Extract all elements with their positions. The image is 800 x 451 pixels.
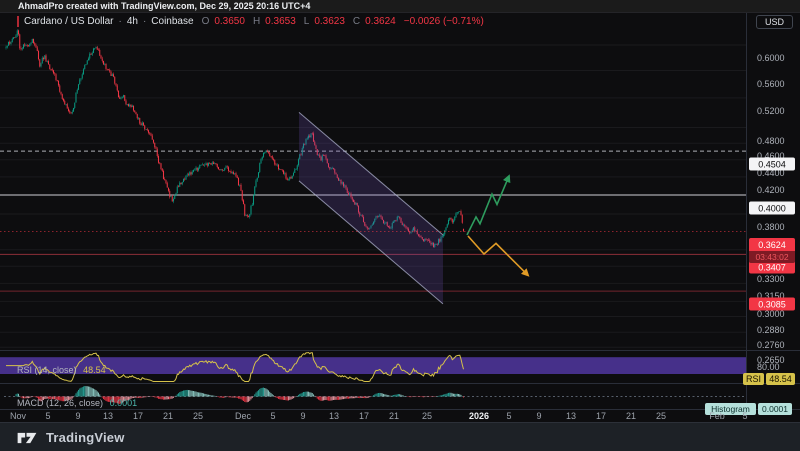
close-value: 0.3624 — [365, 16, 396, 27]
attribution-bar: AhmadPro created with TradingView.com, D… — [0, 0, 800, 13]
time-axis-label: 25 — [422, 411, 432, 421]
macd-value: 0.0001 — [110, 398, 138, 408]
exchange-label[interactable]: Coinbase — [151, 16, 193, 27]
time-axis-label: 9 — [300, 411, 305, 421]
rsi-params: (14, close) — [35, 365, 77, 375]
price-axis-label: 0.2760 — [757, 340, 785, 350]
open-label: O — [202, 16, 210, 27]
price-level-badge: 0.4000 — [749, 202, 795, 215]
rsi-axis-badge-label: RSI — [743, 373, 764, 385]
time-axis-label: 25 — [656, 411, 666, 421]
rsi-scale-label: 80.00 — [757, 362, 780, 372]
chart-stage[interactable]: Cardano / US Dollar · 4h · Coinbase O 0.… — [0, 13, 800, 422]
alert-price-badge: 0.3085 — [749, 298, 795, 311]
tradingview-logo-icon[interactable] — [16, 430, 38, 445]
price-axis-label: 0.3300 — [757, 274, 785, 284]
time-axis-label: Nov — [10, 411, 26, 421]
rsi-indicator-label[interactable]: RSI (14, close) 48.54 — [17, 365, 106, 375]
price-axis-label: 0.3800 — [757, 222, 785, 232]
tradingview-brand[interactable]: TradingView — [46, 430, 125, 445]
last-price-badge: 0.362403:43:02 — [749, 238, 795, 263]
macd-indicator-label[interactable]: MACD (12, 26, close) 0.0001 — [17, 398, 137, 408]
separator-dot: · — [143, 16, 146, 27]
close-label: C — [353, 16, 360, 27]
bottom-toolbar: TradingView — [0, 422, 800, 451]
time-axis-label: 13 — [103, 411, 113, 421]
time-axis-label: 5 — [742, 411, 747, 421]
macd-title: MACD — [17, 398, 44, 408]
price-axis-label: 0.5200 — [757, 106, 785, 116]
time-axis-label: 17 — [359, 411, 369, 421]
time-axis-label: Feb — [709, 411, 725, 421]
time-axis-label: 9 — [75, 411, 80, 421]
time-axis-label: 13 — [329, 411, 339, 421]
low-value: 0.3623 — [314, 16, 345, 27]
time-axis-label: 25 — [193, 411, 203, 421]
chart-canvas[interactable] — [0, 13, 800, 422]
separator-dot: · — [118, 16, 121, 27]
time-axis-label: 21 — [163, 411, 173, 421]
attribution-text: AhmadPro created with TradingView.com, D… — [18, 1, 310, 11]
time-axis-label: 9 — [536, 411, 541, 421]
price-axis-label: 0.5600 — [757, 79, 785, 89]
bar-countdown: 03:43:02 — [749, 251, 795, 263]
price-axis-label: 0.3000 — [757, 309, 785, 319]
rsi-axis-badge-value: 48.54 — [766, 373, 795, 385]
time-axis-label: 2026 — [469, 411, 489, 421]
symbol-legend[interactable]: Cardano / US Dollar · 4h · Coinbase O 0.… — [17, 16, 484, 27]
symbol-title[interactable]: Cardano / US Dollar — [24, 16, 113, 27]
currency-button[interactable]: USD — [756, 15, 793, 29]
time-axis-label: 21 — [626, 411, 636, 421]
price-level-badge: 0.4504 — [749, 158, 795, 171]
time-axis[interactable]: Nov 5 9 13 17 21 25 Dec 5 9 13 17 21 25 2026 5 9 13 17 21 25… — [0, 409, 800, 422]
open-value: 0.3650 — [214, 16, 245, 27]
rsi-title: RSI — [17, 365, 32, 375]
change-value: −0.0026 (−0.71%) — [404, 16, 484, 27]
time-axis-label: 5 — [506, 411, 511, 421]
price-axis-label: 0.2880 — [757, 325, 785, 335]
high-value: 0.3653 — [265, 16, 296, 27]
price-axis-label: 0.4200 — [757, 185, 785, 195]
time-axis-label: 13 — [566, 411, 576, 421]
price-axis-label: 0.6000 — [757, 53, 785, 63]
last-price-value: 0.3624 — [749, 238, 795, 251]
price-axis-label: 0.4800 — [757, 136, 785, 146]
interval-label[interactable]: 4h — [127, 16, 138, 27]
rsi-value: 48.54 — [83, 365, 106, 375]
macd-params: (12, 26, close) — [46, 398, 103, 408]
time-axis-label: 21 — [389, 411, 399, 421]
time-axis-label: 17 — [596, 411, 606, 421]
time-axis-label: 5 — [270, 411, 275, 421]
time-axis-label: Dec — [235, 411, 251, 421]
series-accent-bar — [17, 16, 19, 27]
low-label: L — [304, 16, 310, 27]
time-axis-label: 5 — [45, 411, 50, 421]
time-axis-label: 17 — [133, 411, 143, 421]
high-label: H — [253, 16, 260, 27]
